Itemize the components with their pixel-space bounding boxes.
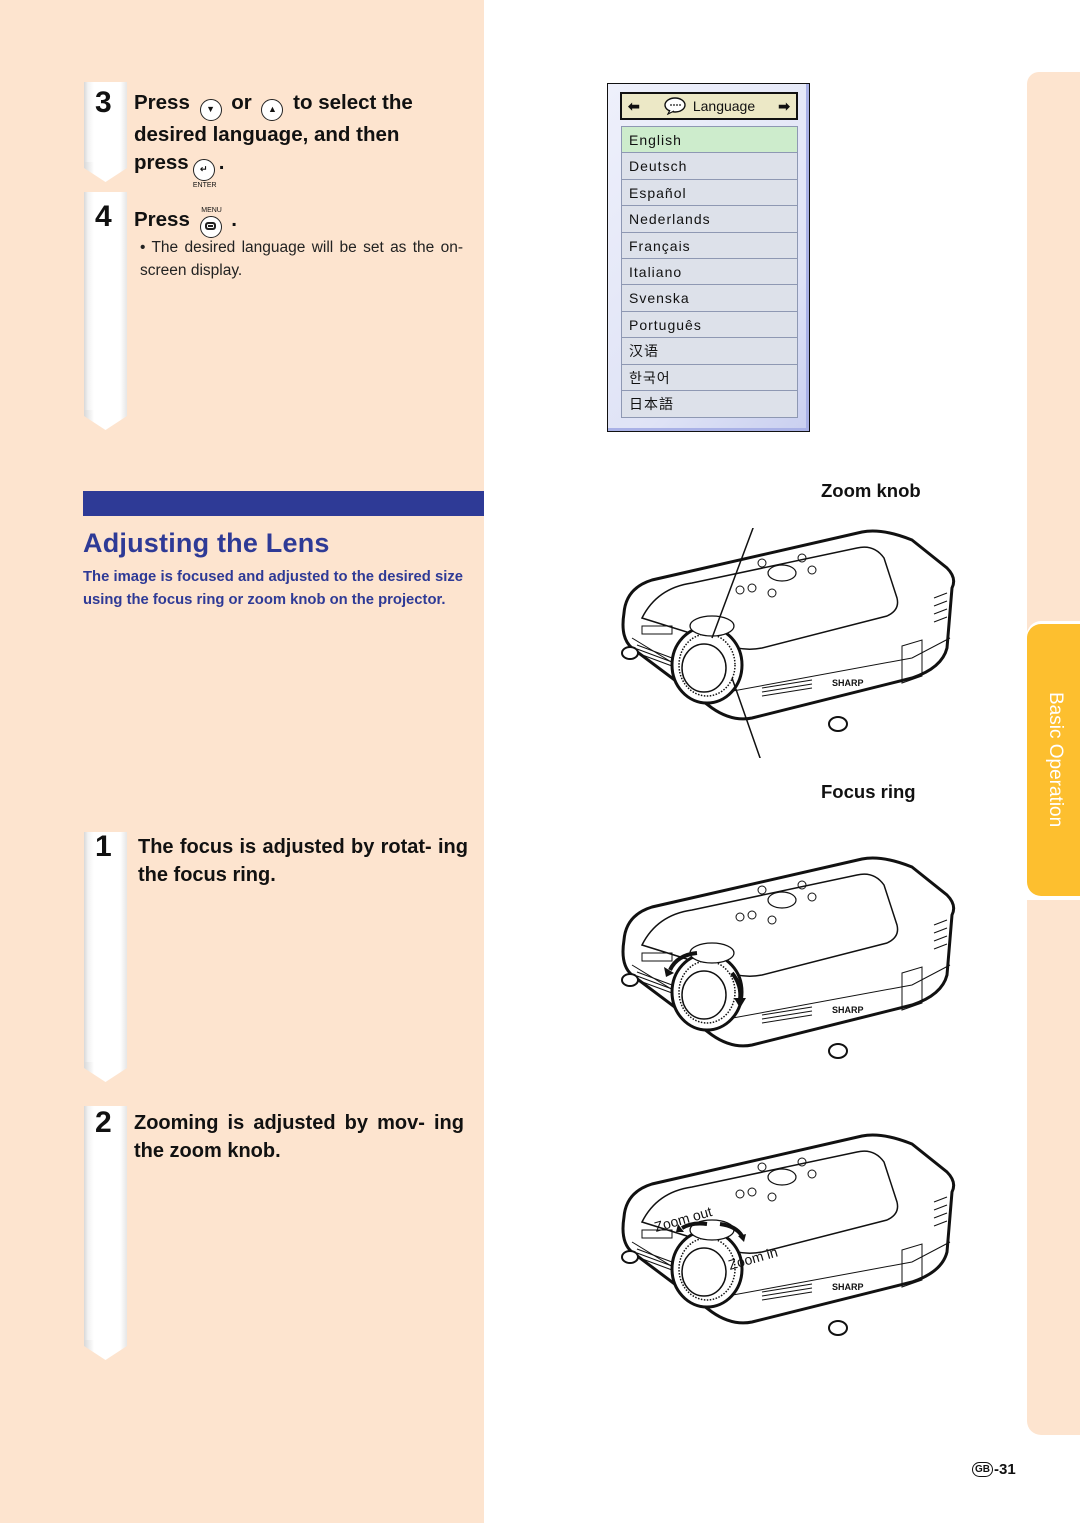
step-1-instruction: The focus is adjusted by rotat- ing the …: [138, 836, 468, 886]
language-option[interactable]: Deutsch: [622, 153, 797, 180]
section-intro: The image is focused and adjusted to the…: [83, 569, 463, 608]
step-number: 2: [95, 1106, 112, 1139]
zoom-knob-label: Zoom knob: [821, 480, 921, 501]
page-number-value: -31: [994, 1461, 1016, 1478]
language-option[interactable]: 日本語: [622, 390, 797, 418]
section-tab-label: Basic Operation: [1045, 692, 1066, 828]
language-option[interactable]: Nederlands: [622, 206, 797, 233]
text-press: Press: [134, 208, 190, 231]
language-option[interactable]: 한국어: [622, 364, 797, 391]
language-option[interactable]: 汉语: [622, 338, 797, 365]
region-badge: GB: [972, 1462, 993, 1477]
down-arrow-button-icon: ▼: [199, 99, 222, 121]
step-4-note: • The desired language will be set as th…: [140, 239, 463, 279]
text-press: Press: [134, 91, 190, 114]
language-option[interactable]: Svenska: [622, 285, 797, 312]
language-option[interactable]: Español: [622, 179, 797, 207]
step-number: 1: [95, 830, 112, 863]
language-menu: ⬅ Language ➡ English Deutsch Español Nederl…: [607, 83, 810, 432]
side-tab-background: [1027, 72, 1080, 632]
language-option[interactable]: Italiano: [622, 258, 797, 286]
step-number: 4: [95, 200, 112, 233]
text-desired-language: desired language, and then: [134, 123, 400, 146]
projector-illustration-zoom: Zoom out Zoom in: [620, 1133, 956, 1337]
step-number: 3: [95, 86, 112, 119]
language-option[interactable]: English: [622, 127, 797, 154]
note-text: The desired language will be set as the …: [140, 239, 463, 279]
section-title: Adjusting the Lens: [83, 528, 330, 558]
step-2-tab: [84, 1106, 127, 1340]
menu-title: Language: [692, 98, 756, 114]
menu-label: MENU: [201, 207, 222, 214]
step-2-instruction: Zooming is adjusted by mov- ing the zoom…: [134, 1112, 464, 1162]
speech-bubble-icon: [664, 97, 686, 115]
language-list: English Deutsch Español Nederlands Français I…: [621, 126, 798, 419]
enter-label: ENTER: [192, 182, 217, 189]
right-arrow-icon: ➡: [778, 97, 790, 114]
menu-button-icon: MENU: [199, 207, 222, 238]
projector-illustration-labeled: [620, 528, 956, 758]
text-press: press: [134, 151, 189, 174]
language-option[interactable]: Français: [622, 232, 797, 259]
page-number: GB -31: [972, 1461, 1016, 1478]
up-arrow-button-icon: ▲: [261, 99, 284, 121]
step-4-instruction: Press MENU .: [134, 206, 464, 238]
language-option[interactable]: Português: [622, 311, 797, 339]
section-bar: [83, 491, 484, 516]
focus-ring-label: Focus ring: [821, 781, 916, 802]
left-arrow-icon: ⬅: [628, 97, 640, 114]
side-tab-background: [1027, 900, 1080, 1435]
text-select: to select the: [293, 91, 413, 114]
projector-illustration-focus: [620, 856, 956, 1060]
step-1-tab: [84, 832, 127, 1062]
enter-button-icon: ↵ ENTER: [192, 159, 217, 189]
language-menu-header: ⬅ Language ➡: [620, 92, 798, 120]
step-3-instruction: Press ▼ or ▲ to select the desired langu…: [134, 91, 413, 189]
text-or: or: [231, 91, 252, 114]
